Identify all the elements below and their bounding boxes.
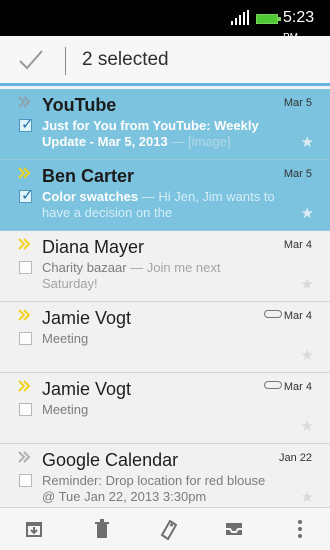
star-icon[interactable]: ★	[301, 275, 314, 293]
star-icon[interactable]: ★	[301, 417, 314, 435]
trash-icon[interactable]	[88, 515, 116, 543]
email-checkbox[interactable]	[19, 115, 34, 133]
email-sender: Jamie Vogt	[42, 308, 132, 328]
email-snippet: Meeting	[42, 331, 278, 347]
email-attachment-label: [image]	[187, 134, 231, 149]
email-snippet: Reminder: Drop location for red blouse @…	[42, 473, 278, 505]
email-date: Mar 5	[283, 97, 312, 109]
email-date-text: Mar 4	[283, 381, 312, 393]
email-sender: YouTube	[42, 95, 117, 115]
time-text: 5:23	[283, 9, 315, 26]
email-subject: Color swatches	[42, 189, 139, 204]
signal-icon	[231, 10, 249, 25]
email-date: Jan 22	[278, 452, 312, 464]
email-date-text: Mar 4	[283, 310, 312, 322]
email-subject: Meeting	[42, 331, 89, 346]
email-sender: Ben Carter	[42, 166, 135, 186]
check-icon[interactable]	[18, 48, 44, 72]
email-row-youtube[interactable]: YouTube Mar 5 Just for You from YouTube:…	[0, 89, 330, 160]
email-sender: Jamie Vogt	[42, 379, 132, 399]
star-icon[interactable]: ★	[301, 488, 314, 506]
attachment-icon	[263, 310, 282, 318]
tag-icon[interactable]	[154, 515, 182, 543]
inbox-icon[interactable]	[220, 515, 248, 543]
archive-icon[interactable]	[20, 515, 48, 543]
importance-marker-icon[interactable]	[17, 450, 31, 464]
action-divider	[65, 47, 66, 75]
email-subject: Reminder: Drop location for red blouse @…	[42, 473, 266, 504]
email-checkbox[interactable]	[19, 261, 32, 274]
email-snippet: Charity bazaar — Join me next Saturday!	[42, 260, 221, 291]
email-date: Mar 4	[283, 239, 312, 251]
battery-icon	[256, 14, 281, 24]
email-checkbox[interactable]	[19, 332, 32, 345]
email-snippet: Just for You from YouTube: Weekly Update…	[42, 118, 259, 149]
email-sender: Diana Mayer	[42, 237, 145, 257]
importance-marker-icon[interactable]	[17, 95, 31, 109]
importance-marker-icon[interactable]	[17, 237, 31, 251]
importance-marker-icon[interactable]	[17, 166, 31, 180]
email-subject: Meeting	[42, 402, 89, 417]
email-checkbox[interactable]	[19, 186, 34, 204]
attachment-icon	[263, 381, 282, 389]
email-subject: Charity bazaar	[42, 260, 127, 275]
email-sender: Google Calendar	[42, 450, 179, 470]
importance-marker-icon[interactable]	[17, 379, 31, 393]
selected-count-label: 2 selected	[82, 49, 169, 70]
email-row-jamie-vogt-2[interactable]: Jamie Vogt Mar 4 Meeting ★	[0, 373, 330, 444]
bottom-action-bar	[0, 507, 330, 550]
status-bar: 5:23 PM	[0, 0, 330, 43]
email-date: Mar 5	[283, 168, 312, 180]
email-row-diana-mayer[interactable]: Diana Mayer Mar 4 Charity bazaar — Join …	[0, 231, 330, 302]
star-icon[interactable]: ★	[301, 204, 314, 222]
email-row-jamie-vogt-1[interactable]: Jamie Vogt Mar 4 Meeting ★	[0, 302, 330, 373]
star-icon[interactable]: ★	[301, 346, 314, 364]
star-icon[interactable]: ★	[301, 133, 314, 151]
email-row-google-calendar[interactable]: Google Calendar Jan 22 Reminder: Drop lo…	[0, 444, 330, 507]
email-row-ben-carter[interactable]: Ben Carter Mar 5 Color swatches — Hi Jen…	[0, 160, 330, 231]
email-date: Mar 4	[263, 310, 312, 322]
more-vertical-icon[interactable]	[286, 515, 314, 543]
email-checkbox[interactable]	[19, 403, 32, 416]
email-snippet: Color swatches — Hi Jen, Jim wants to ha…	[42, 189, 275, 220]
selection-action-bar: 2 selected	[0, 36, 330, 86]
email-snippet: Meeting	[42, 402, 278, 418]
email-date: Mar 4	[263, 381, 312, 393]
email-checkbox[interactable]	[19, 474, 32, 487]
email-list[interactable]: YouTube Mar 5 Just for You from YouTube:…	[0, 89, 330, 507]
importance-marker-icon[interactable]	[17, 308, 31, 322]
